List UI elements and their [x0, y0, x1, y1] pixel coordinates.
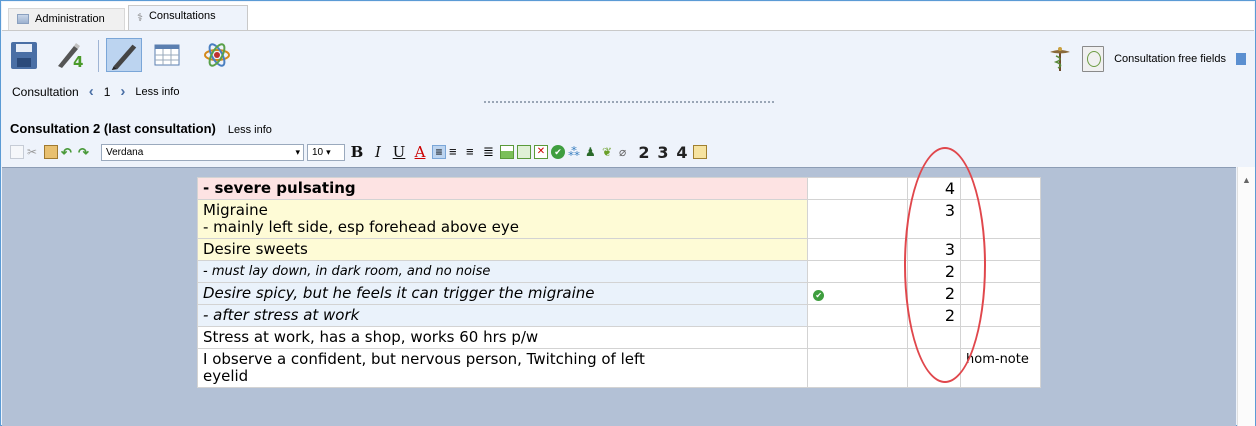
- status-cell: [807, 348, 909, 388]
- consultation2-title: Consultation 2 (last consultation): [10, 121, 216, 136]
- administration-icon: [17, 14, 29, 24]
- grid-icon[interactable]: [152, 40, 182, 70]
- table-insert-icon[interactable]: [500, 145, 514, 159]
- annotation-circle: [904, 147, 986, 383]
- free-fields-icon[interactable]: [1082, 46, 1105, 72]
- free-fields-label[interactable]: Consultation free fields: [1114, 53, 1226, 65]
- caduceus-icon[interactable]: [1048, 46, 1072, 72]
- consultation-toolbar: 4 Consultation ‹ 1 › Less info Consultat…: [2, 30, 1254, 118]
- level-2-button[interactable]: 2: [636, 143, 652, 162]
- save-icon[interactable]: [11, 42, 37, 69]
- plant-icon[interactable]: ❦: [602, 145, 616, 159]
- symptom-cell[interactable]: Stress at work, has a shop, works 60 hrs…: [196, 326, 809, 349]
- paste-icon[interactable]: [44, 145, 58, 159]
- symptom-cell[interactable]: I observe a confident, but nervous perso…: [196, 348, 809, 388]
- chevron-down-icon: ▾: [326, 146, 331, 157]
- table-row-icon[interactable]: [517, 145, 531, 159]
- copy-icon[interactable]: [10, 145, 24, 159]
- symptom-cell[interactable]: - must lay down, in dark room, and no no…: [196, 260, 809, 283]
- font-size-select[interactable]: 10 ▾: [307, 143, 345, 161]
- tab-administration[interactable]: Administration: [8, 8, 125, 30]
- tab-bar: Administration ⚕ Consultations: [2, 2, 1254, 31]
- symptom-text: - must lay down, in dark room, and no no…: [203, 264, 491, 279]
- table-delete-icon[interactable]: ✕: [534, 145, 548, 159]
- font-size-value: 10: [312, 146, 324, 158]
- person-icon[interactable]: ♟: [585, 145, 599, 159]
- symptom-cell[interactable]: - severe pulsating: [196, 177, 809, 200]
- status-cell: [807, 326, 909, 349]
- check-icon: ✔: [813, 290, 825, 301]
- edit-note-icon[interactable]: [693, 145, 707, 159]
- status-cell: [807, 177, 909, 200]
- resize-handle[interactable]: [484, 101, 774, 104]
- stethoscope-icon: ⚕: [137, 12, 143, 24]
- status-cell: [807, 260, 909, 283]
- atom-icon[interactable]: [202, 40, 232, 70]
- font-family-value: Verdana: [106, 146, 144, 158]
- tab-administration-label: Administration: [35, 13, 105, 25]
- status-cell: [807, 238, 909, 261]
- symptom-cell[interactable]: Desire sweets: [196, 238, 809, 261]
- symptom-text: Desire sweets: [203, 240, 308, 258]
- symptom-text: Migraine: [203, 201, 268, 219]
- status-cell: [807, 199, 909, 239]
- panel-toggle-icon[interactable]: [1236, 53, 1246, 65]
- vertical-scrollbar[interactable]: ▲: [1237, 167, 1255, 426]
- new-consultation-icon[interactable]: 4: [54, 40, 84, 70]
- status-cell: ✔: [807, 282, 909, 305]
- less-info-link[interactable]: Less info: [135, 86, 179, 98]
- symptom-cell[interactable]: Desire spicy, but he feels it can trigge…: [196, 282, 809, 305]
- check-circle-icon[interactable]: ✔: [551, 145, 565, 159]
- consultation2-header: Consultation 2 (last consultation) Less …: [10, 121, 272, 136]
- consultation2-less-info-link[interactable]: Less info: [228, 124, 272, 136]
- underline-button[interactable]: U: [390, 143, 408, 161]
- tab-consultations-label: Consultations: [148, 10, 216, 22]
- level-4-button[interactable]: 4: [674, 143, 690, 162]
- tree-icon[interactable]: ⁂: [568, 145, 582, 159]
- align-justify-icon[interactable]: ≣: [483, 145, 497, 159]
- symptom-text: I observe a confident, but nervous perso…: [203, 350, 645, 368]
- consultation-number: 1: [103, 85, 111, 99]
- right-toolbar: Consultation free fields: [1048, 46, 1246, 72]
- svg-text:4: 4: [73, 53, 83, 70]
- toolbar-separator: [98, 40, 99, 72]
- italic-button[interactable]: I: [369, 143, 387, 161]
- align-right-icon[interactable]: ≡: [466, 145, 480, 159]
- font-family-select[interactable]: Verdana ▾: [101, 143, 304, 161]
- chevron-right-icon[interactable]: ›: [120, 84, 125, 99]
- symptom-text: Desire spicy, but he feels it can trigge…: [203, 284, 595, 302]
- chevron-left-icon[interactable]: ‹: [89, 84, 94, 99]
- align-center-icon[interactable]: ≡: [449, 145, 463, 159]
- align-left-icon[interactable]: ≡: [432, 145, 446, 159]
- attachment-icon[interactable]: ⌀: [619, 145, 633, 159]
- cut-icon[interactable]: ✂: [27, 145, 41, 159]
- undo-icon[interactable]: ↶: [61, 145, 75, 160]
- tab-consultations[interactable]: ⚕ Consultations: [128, 5, 248, 31]
- bold-button[interactable]: B: [348, 143, 366, 161]
- symptom-text: - severe pulsating: [203, 179, 356, 197]
- app-window: Administration ⚕ Consultations 4 Consult…: [0, 0, 1256, 426]
- table-row[interactable]: I observe a confident, but nervous perso…: [196, 348, 1041, 388]
- chevron-down-icon: ▾: [295, 146, 300, 157]
- redo-icon[interactable]: ↷: [78, 145, 92, 160]
- symptom-cell[interactable]: - after stress at work: [196, 304, 809, 327]
- font-color-button[interactable]: A: [411, 143, 429, 161]
- scroll-up-icon[interactable]: ▲: [1242, 175, 1251, 185]
- symptom-cell[interactable]: Migraine - mainly left side, esp forehead…: [196, 199, 809, 239]
- symptom-subtext: - mainly left side, esp forehead above e…: [203, 218, 519, 236]
- level-3-button[interactable]: 3: [655, 143, 671, 162]
- edit-icon[interactable]: [106, 38, 142, 72]
- symptom-text: - after stress at work: [203, 306, 360, 324]
- symptom-text: Stress at work, has a shop, works 60 hrs…: [203, 328, 539, 346]
- consultation-label: Consultation: [12, 85, 79, 99]
- symptom-subtext: eyelid: [203, 367, 249, 385]
- note-cell[interactable]: hom-note: [960, 348, 1041, 388]
- consultation-navigator: Consultation ‹ 1 › Less info: [12, 84, 179, 99]
- format-toolbar: ✂ ↶ ↷ Verdana ▾ 10 ▾ B I U A ≡ ≡ ≡ ≣ ✕ ✔…: [10, 142, 1254, 162]
- status-cell: [807, 304, 909, 327]
